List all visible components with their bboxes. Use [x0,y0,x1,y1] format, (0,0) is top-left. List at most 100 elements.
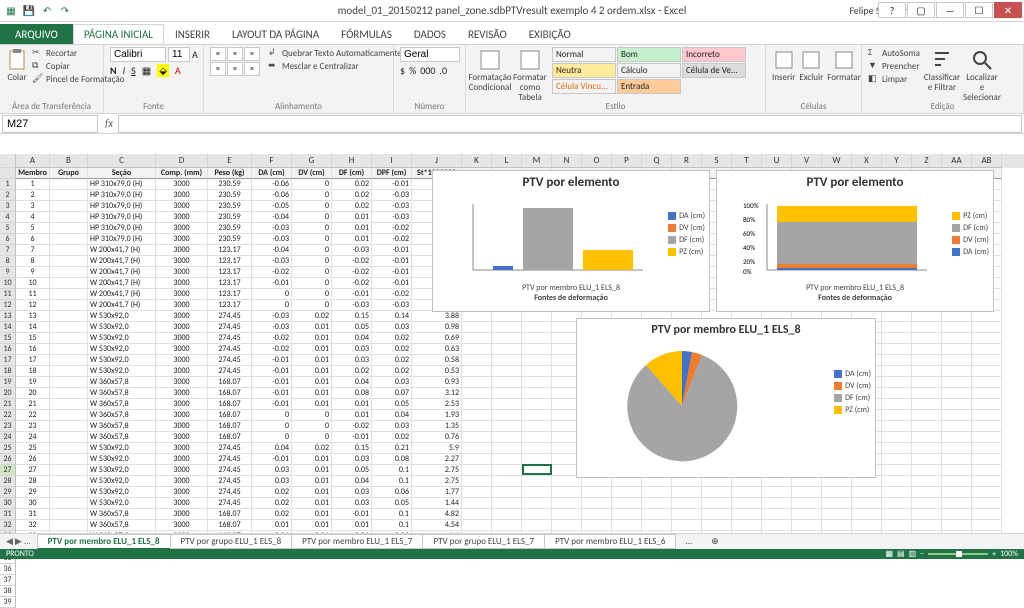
row-header-4[interactable]: 4 [0,212,16,223]
row-header-23[interactable]: 23 [0,421,16,432]
row-header-29[interactable]: 29 [0,487,16,498]
row-header-28[interactable]: 28 [0,476,16,487]
tab-page-layout[interactable]: LAYOUT DA PÁGINA [221,24,330,44]
sheet-tab-4[interactable]: PTV por membro ELU_1 ELS_6 [544,534,676,549]
conditional-format-button[interactable]: Formatação Condicional [472,47,508,93]
format-cells-button[interactable]: Formatar [827,47,861,83]
col-header-T[interactable]: T [732,154,762,168]
formula-input[interactable] [118,115,1022,133]
zoom-slider[interactable] [928,553,988,555]
row-header-16[interactable]: 16 [0,344,16,355]
col-header-C[interactable]: C [88,154,156,168]
row-header-26[interactable]: 26 [0,454,16,465]
col-header-N[interactable]: N [552,154,582,168]
col-header-D[interactable]: D [156,154,208,168]
view-layout-icon[interactable]: ▤ [897,549,905,559]
col-header-I[interactable]: I [372,154,412,168]
tab-view[interactable]: EXIBIÇÃO [518,24,582,44]
underline-button[interactable]: S [131,64,136,77]
row-header-39[interactable]: 39 [0,597,16,608]
font-size-select[interactable] [168,47,190,62]
ribbon-options-button[interactable]: ▢ [907,2,935,18]
chart-bar[interactable]: PTV por elemento Deslocamento cm DA (cm)… [432,170,710,312]
find-select-button[interactable]: Localizar e Selecionar [964,47,1000,103]
zoom-out-icon[interactable]: − [920,549,924,559]
col-header-O[interactable]: O [582,154,612,168]
sheet-tab-nav[interactable]: ◀▶... [0,536,37,547]
style-neutral[interactable]: Neutra [552,63,616,78]
tab-data[interactable]: DADOS [403,24,457,44]
wrap-text-button[interactable]: ↲Quebrar Texto Automaticamente [268,47,402,59]
row-header-37[interactable]: 37 [0,575,16,586]
row-header-11[interactable]: 11 [0,289,16,300]
fill-color-button[interactable]: ⬙ [157,64,169,77]
col-header-J[interactable]: J [412,154,462,168]
chart-pie[interactable]: PTV por membro ELU_1 ELS_8 DA (cm) DV (c… [576,318,876,478]
zoom-level[interactable]: 100% [1000,549,1018,559]
maximize-button[interactable]: ☐ [965,2,993,18]
comma-button[interactable]: 000 [420,64,435,77]
sheet-tab-1[interactable]: PTV por grupo ELU_1 ELS_8 [170,534,293,549]
tab-review[interactable]: REVISÃO [457,24,518,44]
help-button[interactable]: ? [878,2,906,18]
col-header-E[interactable]: E [208,154,252,168]
row-header-13[interactable]: 13 [0,311,16,322]
row-header-20[interactable]: 20 [0,388,16,399]
row-header-21[interactable]: 21 [0,399,16,410]
bold-button[interactable]: N [110,64,117,77]
tab-formulas[interactable]: FÓRMULAS [330,24,403,44]
style-input[interactable]: Entrada [617,79,681,94]
col-header-G[interactable]: G [292,154,332,168]
row-header-7[interactable]: 7 [0,245,16,256]
sort-filter-button[interactable]: Classificar e Filtrar [924,47,960,93]
row-header-15[interactable]: 15 [0,333,16,344]
row-header-5[interactable]: 5 [0,223,16,234]
sheet-tab-more[interactable]: ... [675,535,702,548]
col-header-F[interactable]: F [252,154,292,168]
new-sheet-button[interactable]: ⊕ [701,535,729,548]
row-header-19[interactable]: 19 [0,377,16,388]
col-header-Y[interactable]: Y [882,154,912,168]
row-header-38[interactable]: 38 [0,586,16,597]
col-header-P[interactable]: P [612,154,642,168]
row-header-3[interactable]: 3 [0,201,16,212]
autosum-button[interactable]: ΣAutoSoma [868,47,920,59]
row-header-31[interactable]: 31 [0,509,16,520]
chart-stacked[interactable]: PTV por elemento 100%80% 60%40% 20%0% PZ… [716,170,994,312]
col-header-R[interactable]: R [672,154,702,168]
style-calc[interactable]: Cálculo [617,63,681,78]
sheet-tab-0[interactable]: PTV por membro ELU_1 ELS_8 [37,534,171,550]
col-header-X[interactable]: X [852,154,882,168]
row-header-32[interactable]: 32 [0,520,16,531]
style-linked[interactable]: Célula Vincu... [552,79,616,94]
align-buttons[interactable]: ≡≡≡≡≡≡ [210,47,260,76]
row-header-2[interactable]: 2 [0,190,16,201]
row-header-8[interactable]: 8 [0,256,16,267]
column-headers[interactable]: ABCDEFGHIJKLMNOPQRSTUVWXYZAAAB [16,154,1024,168]
col-header-K[interactable]: K [462,154,492,168]
row-header-22[interactable]: 22 [0,410,16,421]
col-header-L[interactable]: L [492,154,522,168]
tab-home[interactable]: PÁGINA INICIAL [73,24,164,44]
currency-button[interactable]: $ [400,64,405,77]
row-header-17[interactable]: 17 [0,355,16,366]
decimal-inc-button[interactable]: .0 [439,64,447,77]
view-break-icon[interactable]: ▥ [909,549,917,559]
row-header-6[interactable]: 6 [0,234,16,245]
row-header-9[interactable]: 9 [0,267,16,278]
row-headers[interactable]: 1234567891011121314151617181920212223242… [0,154,16,537]
style-check[interactable]: Célula de Ve... [682,63,746,78]
font-name-select[interactable] [110,47,166,62]
col-header-S[interactable]: S [702,154,732,168]
col-header-AB[interactable]: AB [972,154,1002,168]
col-header-A[interactable]: A [16,154,50,168]
clear-button[interactable]: ◧Limpar [868,73,920,85]
col-header-Z[interactable]: Z [912,154,942,168]
name-box[interactable] [2,115,98,133]
row-header-25[interactable]: 25 [0,443,16,454]
increase-font-icon[interactable]: A [192,48,198,61]
sheet-tab-3[interactable]: PTV por grupo ELU_1 ELS_7 [422,534,545,549]
row-header-10[interactable]: 10 [0,278,16,289]
row-header-18[interactable]: 18 [0,366,16,377]
font-color-button[interactable]: A [175,64,181,77]
